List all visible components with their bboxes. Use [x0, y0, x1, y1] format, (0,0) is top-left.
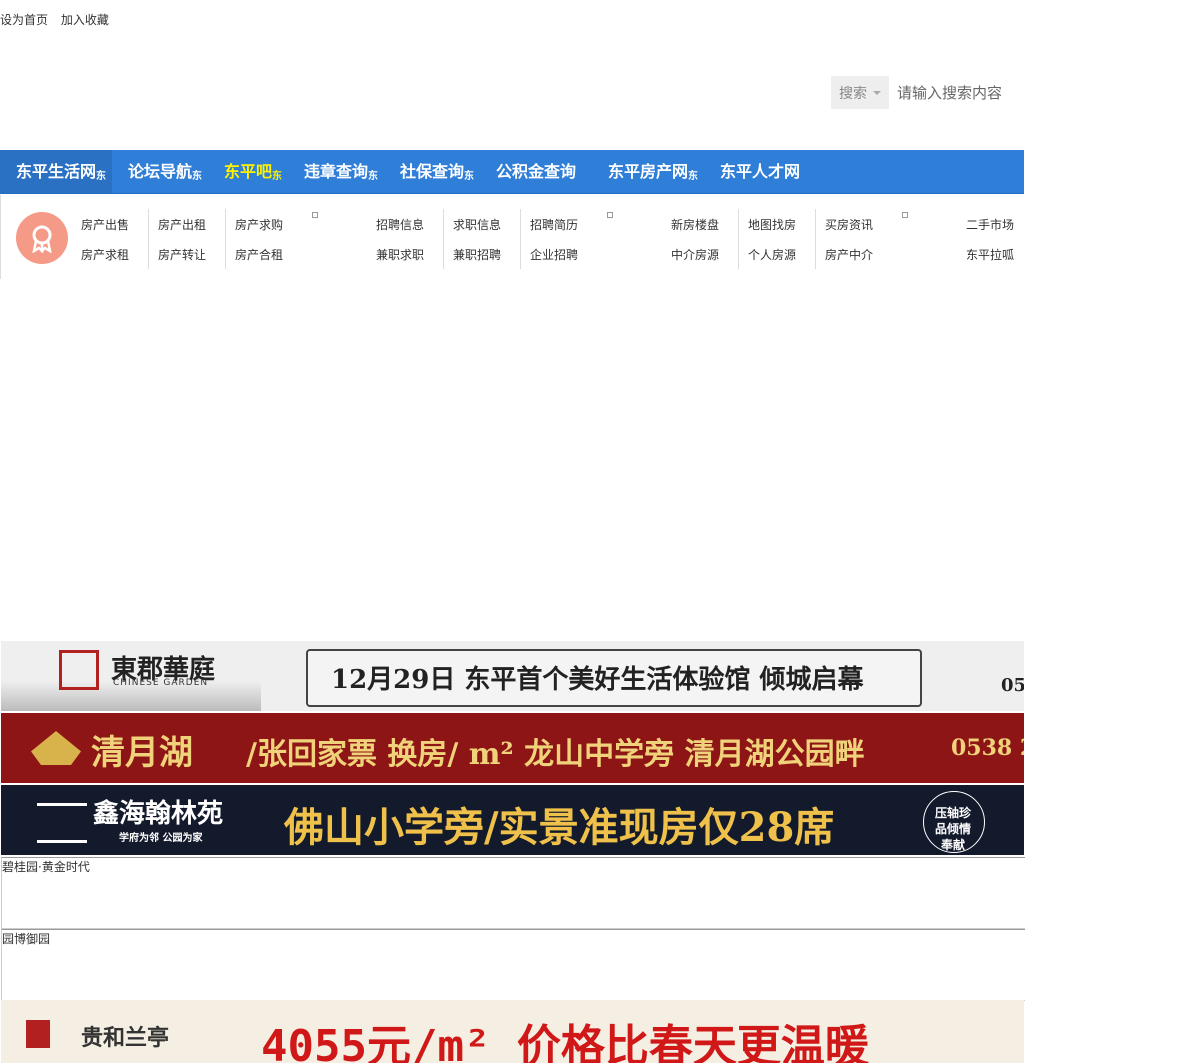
link-house-rent[interactable]: 房产出租: [158, 216, 206, 233]
search-type-dropdown[interactable]: 搜索: [831, 76, 889, 109]
divider: [443, 209, 444, 269]
category-subnav: 房产出售 房产出租 房产求购 房产求租 房产转让 房产合租 招聘信息 求职信息 …: [0, 195, 1025, 279]
ad-banner-hanlin-garden[interactable]: 鑫海翰林苑 学府为邻 公园为家 佛山小学旁/实景准现房仅28席 压轴珍品倾情奉献: [1, 785, 1024, 855]
divider: [738, 209, 739, 269]
brand-logo-icon: [59, 650, 99, 690]
chevron-down-icon: [873, 90, 881, 95]
search-bar: 搜索: [831, 76, 1019, 109]
divider: [148, 209, 149, 269]
link-house-sale[interactable]: 房产出售: [81, 216, 129, 233]
nav-item-housing-fund[interactable]: 公积金查询: [496, 150, 576, 193]
broken-image-icon: [902, 212, 908, 218]
brand-name: 贵和兰亭: [81, 1025, 170, 1051]
link-job-seek[interactable]: 求职信息: [453, 216, 501, 233]
stamp-text: 压轴珍品倾情奉献: [934, 806, 971, 852]
banner-tel: 053: [1001, 675, 1024, 696]
link-resume[interactable]: 招聘简历: [530, 216, 578, 233]
nav-item-social-security[interactable]: 社保查询东: [400, 150, 474, 193]
link-map-search[interactable]: 地图找房: [748, 216, 796, 233]
brand-slogan: 学府为邻 公园为家: [119, 833, 203, 844]
add-favorite-link[interactable]: 加入收藏: [61, 13, 109, 27]
search-input[interactable]: [895, 76, 1019, 109]
nav-item-forum[interactable]: 论坛导航东: [128, 150, 202, 193]
brand-name: 清月湖: [91, 733, 193, 773]
banner-headline: /张回家票 换房/ m² 龙山中学旁 清月湖公园畔: [246, 737, 865, 772]
link-jobs[interactable]: 招聘信息: [376, 216, 424, 233]
nav-item-realestate[interactable]: 东平房产网东: [608, 150, 698, 193]
text-ad-2[interactable]: 园博御园: [1, 929, 1025, 1001]
link-house-buy[interactable]: 房产求购: [235, 216, 283, 233]
main-nav: 东平生活网东 论坛导航东 东平吧东 违章查询东 社保查询东 公积金查询 东平房产…: [0, 150, 1024, 194]
search-button-label: 搜索: [839, 85, 867, 102]
link-agencies[interactable]: 房产中介: [825, 246, 873, 263]
set-homepage-link[interactable]: 设为首页: [0, 13, 48, 27]
link-chat[interactable]: 东平拉呱: [966, 246, 1014, 263]
ad-banner-guihe-lanting[interactable]: 贵和兰亭 4055元/m² 价格比春天更温暖: [1, 1000, 1024, 1063]
nav-item-violation[interactable]: 违章查询东: [304, 150, 378, 193]
text-ad-label: 园博御园: [2, 932, 51, 946]
nav-item-dongping-ba[interactable]: 东平吧东: [224, 150, 282, 193]
broken-image-icon: [312, 212, 318, 218]
ad-banner-qingyue-lake[interactable]: 清月湖 /张回家票 换房/ m² 龙山中学旁 清月湖公园畔 0538 22: [1, 713, 1024, 783]
brand-logo-icon: [26, 1020, 50, 1048]
top-links: 设为首页 加入收藏: [0, 11, 118, 28]
nav-item-dongping-life[interactable]: 东平生活网东: [0, 150, 112, 193]
link-agency-listings[interactable]: 中介房源: [671, 246, 719, 263]
link-parttime-hire[interactable]: 兼职招聘: [453, 246, 501, 263]
link-house-seek-rent[interactable]: 房产求租: [81, 246, 129, 263]
link-second-hand[interactable]: 二手市场: [966, 216, 1014, 233]
link-house-transfer[interactable]: 房产转让: [158, 246, 206, 263]
ribbon-award-icon: [16, 212, 68, 264]
nav-item-talent[interactable]: 东平人才网: [720, 150, 800, 193]
banner-headline: 佛山小学旁/实景准现房仅28席: [284, 804, 835, 851]
link-housing-news[interactable]: 买房资讯: [825, 216, 873, 233]
text-ad-1[interactable]: 碧桂园·黄金时代: [1, 857, 1025, 929]
divider: [520, 209, 521, 269]
link-new-homes[interactable]: 新房楼盘: [671, 216, 719, 233]
banner-tel: 0538 22: [951, 735, 1024, 761]
link-house-share[interactable]: 房产合租: [235, 246, 283, 263]
link-private-listings[interactable]: 个人房源: [748, 246, 796, 263]
divider: [225, 209, 226, 269]
ad-banner-chinese-garden[interactable]: 東郡華庭 CHINESE GARDEN 12月29日 东平首个美好生活体验馆 倾…: [1, 641, 1024, 711]
link-enterprise-hire[interactable]: 企业招聘: [530, 246, 578, 263]
banner-headline: 4055元/m² 价格比春天更温暖: [261, 1021, 869, 1063]
brand-name: 鑫海翰林苑: [93, 799, 224, 829]
link-parttime-seek[interactable]: 兼职求职: [376, 246, 424, 263]
brand-logo-icon: [37, 803, 87, 843]
divider: [815, 209, 816, 269]
brand-logo-icon: [31, 731, 81, 765]
banner-headline: 12月29日 东平首个美好生活体验馆 倾城启幕: [331, 665, 864, 695]
broken-image-icon: [607, 212, 613, 218]
brand-name-en: CHINESE GARDEN: [113, 678, 209, 688]
text-ad-label: 碧桂园·黄金时代: [2, 860, 90, 874]
